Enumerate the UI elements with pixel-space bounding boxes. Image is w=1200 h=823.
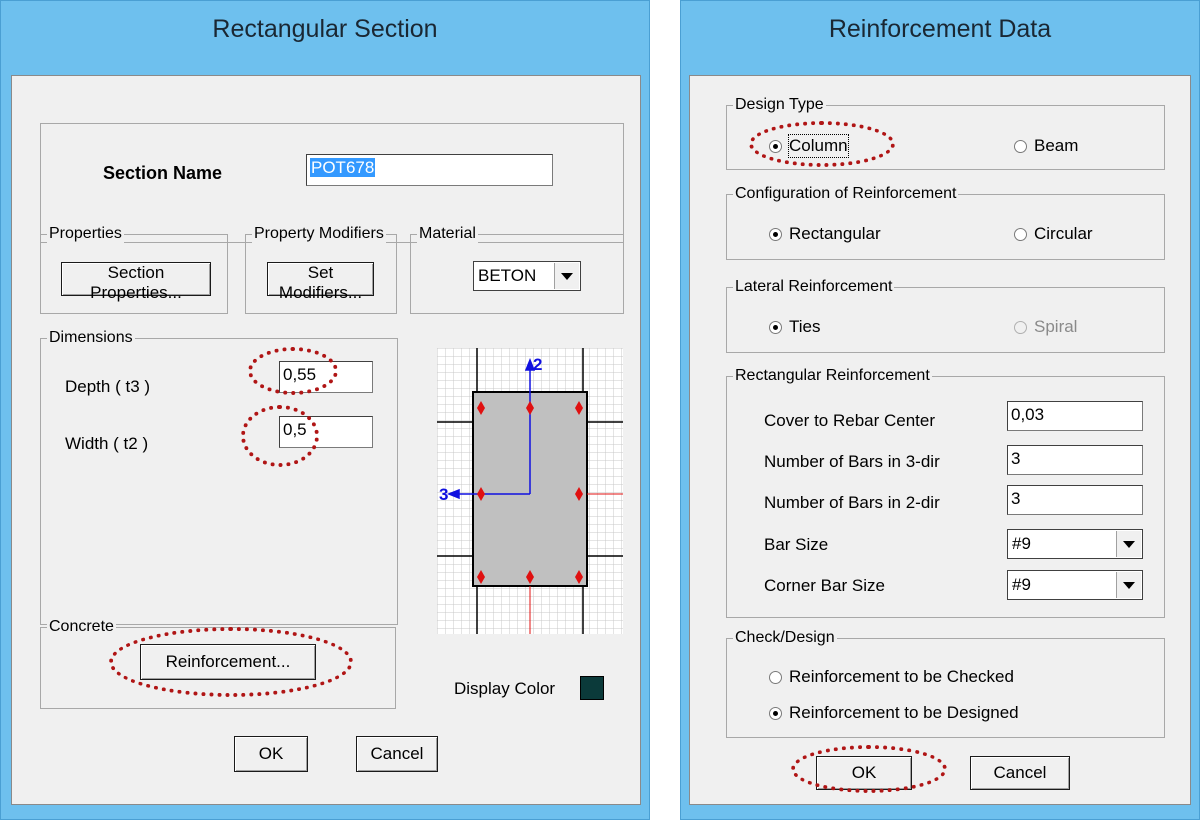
bars-3-dir-label: Number of Bars in 3-dir [764,452,940,471]
section-name-input[interactable]: POT678 [306,154,553,186]
corner-bar-size-select[interactable]: #9 [1007,570,1143,600]
circular-radio[interactable] [1014,228,1027,241]
width-value: 0,5 [283,420,307,439]
cover-input[interactable]: 0,03 [1007,401,1143,431]
material-value: BETON [478,266,537,285]
circular-label[interactable]: Circular [1034,223,1093,245]
cover-label: Cover to Rebar Center [764,411,936,430]
beam-radio[interactable] [1014,140,1027,153]
property-modifiers-group-label: Property Modifiers [252,224,386,244]
width-input[interactable]: 0,5 [279,416,373,448]
column-radio[interactable] [769,140,782,153]
material-select[interactable]: BETON [473,261,581,291]
designed-radio[interactable] [769,707,782,720]
ties-radio[interactable] [769,321,782,334]
spiral-radio [1014,321,1027,334]
cover-value: 0,03 [1011,405,1045,424]
section-name-value: POT678 [310,158,376,177]
checked-radio[interactable] [769,671,782,684]
configuration-group-label: Configuration of Reinforcement [733,184,959,204]
dimensions-group-label: Dimensions [47,328,135,348]
spiral-label: Spiral [1034,317,1078,336]
chevron-down-icon[interactable] [1116,531,1141,557]
bars-2-dir-value: 3 [1011,489,1021,508]
set-modifiers-button[interactable]: Set Modifiers... [267,262,374,302]
concrete-group-label: Concrete [47,617,116,637]
depth-input[interactable]: 0,55 [279,361,373,393]
dialog-title: Rectangular Section [212,15,438,43]
cancel-button[interactable]: Cancel [970,756,1070,790]
bars-3-dir-input[interactable]: 3 [1007,445,1143,475]
section-preview: 2 3 [437,348,623,634]
dimensions-group: Dimensions Depth ( t3 ) 0,55 Width ( t2 … [40,328,398,625]
bars-3-dir-value: 3 [1011,449,1021,468]
rectangular-section-dialog: Rectangular Section Section Name POT678 … [0,0,650,820]
beam-label[interactable]: Beam [1034,135,1078,157]
reinforcement-button[interactable]: Reinforcement... [140,644,316,680]
material-group: Material BETON [410,224,624,314]
dialog-title: Reinforcement Data [828,15,1052,43]
display-color-swatch[interactable] [580,676,604,700]
check-design-group-label: Check/Design [733,628,837,648]
ok-button[interactable]: OK [816,756,912,790]
depth-label: Depth ( t3 ) [65,377,151,396]
depth-value: 0,55 [283,365,317,384]
bars-2-dir-label: Number of Bars in 2-dir [764,493,940,512]
ties-label[interactable]: Ties [789,316,821,338]
lateral-reinforcement-group-label: Lateral Reinforcement [733,277,895,297]
lateral-reinforcement-group: Lateral Reinforcement Ties Spiral [726,277,1165,353]
ok-button[interactable]: OK [234,736,308,772]
concrete-group: Concrete Reinforcement... [40,617,396,709]
rectangular-radio[interactable] [769,228,782,241]
corner-bar-size-value: #9 [1012,575,1031,594]
cancel-button[interactable]: Cancel [356,736,438,772]
section-name-label: Section Name [103,163,223,183]
column-label[interactable]: Column [788,134,849,158]
chevron-down-icon[interactable] [554,263,579,289]
rectangular-reinforcement-group: Rectangular Reinforcement Cover to Rebar… [726,366,1165,618]
bar-size-value: #9 [1012,534,1031,553]
reinforcement-data-dialog: Reinforcement Data Design Type Column Be… [680,0,1200,820]
property-modifiers-group: Property Modifiers Set Modifiers... [245,224,397,314]
rectangular-label[interactable]: Rectangular [789,223,881,245]
checked-label[interactable]: Reinforcement to be Checked [789,666,1014,688]
corner-bar-size-label: Corner Bar Size [764,576,885,595]
bars-2-dir-input[interactable]: 3 [1007,485,1143,515]
axis-2-label: 2 [533,355,542,374]
dialog-body: Design Type Column Beam Configuration of… [689,75,1191,805]
chevron-down-icon[interactable] [1116,572,1141,598]
material-group-label: Material [417,224,478,244]
bar-size-select[interactable]: #9 [1007,529,1143,559]
rectangular-reinforcement-group-label: Rectangular Reinforcement [733,366,932,386]
designed-label[interactable]: Reinforcement to be Designed [789,702,1019,724]
dialog-body: Section Name POT678 Properties Section P… [11,75,641,805]
display-color-label: Display Color [454,679,556,698]
design-type-group: Design Type Column Beam [726,95,1165,170]
bar-size-label: Bar Size [764,535,829,554]
check-design-group: Check/Design Reinforcement to be Checked… [726,628,1165,738]
configuration-group: Configuration of Reinforcement Rectangul… [726,184,1165,260]
axis-3-label: 3 [439,485,448,504]
width-label: Width ( t2 ) [65,434,149,453]
design-type-group-label: Design Type [733,95,826,115]
section-properties-button[interactable]: Section Properties... [61,262,211,302]
properties-group: Properties Section Properties... [40,224,228,314]
properties-group-label: Properties [47,224,124,244]
